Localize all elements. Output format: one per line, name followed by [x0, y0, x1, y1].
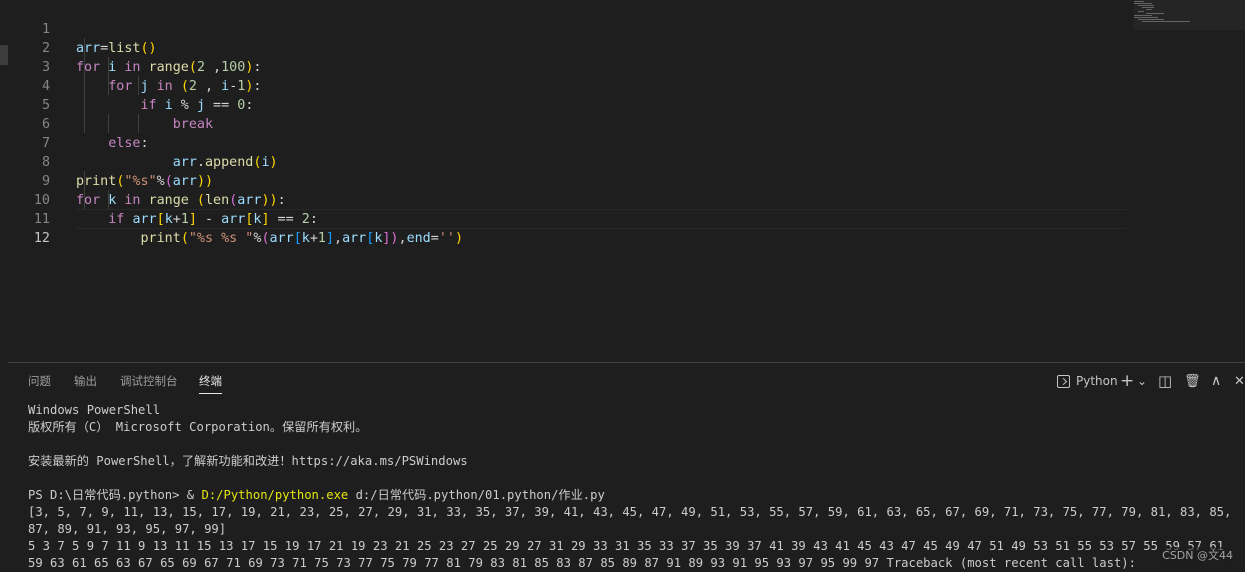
terminal-line: 安装最新的 PowerShell，了解新功能和改进！https://aka.ms…: [28, 454, 468, 468]
terminal-line: 版权所有（C） Microsoft Corporation。保留所有权利。: [28, 420, 368, 434]
close-icon: ✕: [1234, 373, 1245, 389]
code-line[interactable]: 11 print("%s %s "%(arr[k+1],arr[k]),end=…: [8, 191, 1128, 246]
code-line[interactable]: 2 for i in range(2 ,100):: [8, 20, 1128, 75]
terminal-line: 5 3 7 5 9 7 11 9 13 11 15 13 17 15 19 17…: [28, 539, 1225, 570]
script-path: d:/日常代码.python/01.python/作业.py: [348, 488, 605, 502]
maximize-panel-button[interactable]: ∧: [1211, 371, 1221, 391]
new-terminal-button[interactable]: +: [1120, 371, 1134, 391]
csdn-watermark: CSDN @文44: [1160, 547, 1235, 563]
code-editor[interactable]: 1 arr=list() 2 for i in range(2 ,100): 3…: [8, 0, 1245, 362]
kill-terminal-button[interactable]: 🗑: [1184, 371, 1201, 391]
chevron-up-icon: ∧: [1211, 373, 1222, 389]
bottom-panel: 问题 输出 调试控制台 终端 Python + ⌄ ◫ 🗑 ∧ ✕ Window…: [8, 362, 1245, 572]
line-number: 12: [33, 231, 50, 246]
activity-strip: [0, 0, 8, 362]
code-line[interactable]: 4 if i % j == 0:: [8, 58, 1128, 113]
terminal-icon: [1057, 374, 1070, 388]
code-line[interactable]: 9 for k in range (len(arr)):: [8, 153, 1128, 208]
close-panel-button[interactable]: ✕: [1234, 371, 1245, 391]
minimap[interactable]: [1134, 0, 1194, 30]
code-line[interactable]: 3 for j in (2 , i-1):: [8, 39, 1128, 94]
code-text[interactable]: print("%s %s "%(arr[k+1],arr[k]),end=''): [76, 229, 464, 248]
terminal-output[interactable]: Windows PowerShell 版权所有（C） Microsoft Cor…: [28, 402, 1238, 572]
tab-problems[interactable]: 问题: [28, 373, 51, 389]
tab-terminal[interactable]: 终端: [199, 373, 222, 394]
terminal-line: [3, 5, 7, 9, 11, 13, 15, 17, 19, 21, 23,…: [28, 505, 1232, 536]
terminal-line: Windows PowerShell: [28, 403, 161, 417]
code-line[interactable]: 7 arr.append(i): [8, 115, 1128, 170]
scroll-marker: [0, 45, 8, 65]
prompt-text: PS D:\日常代码.python> &: [28, 488, 202, 502]
split-icon: ◫: [1158, 372, 1173, 390]
code-line[interactable]: 12: [8, 210, 1128, 246]
tab-debug-console[interactable]: 调试控制台: [120, 373, 178, 389]
code-line[interactable]: 5 break: [8, 77, 1128, 132]
python-exe-path: D:/Python/python.exe: [201, 488, 349, 502]
terminal-profile-button[interactable]: Python: [1057, 371, 1118, 391]
code-line[interactable]: 1 arr=list(): [8, 1, 1128, 56]
code-line[interactable]: 6 else:: [8, 96, 1128, 151]
terminal-profile-label: Python: [1076, 374, 1118, 388]
tab-output[interactable]: 输出: [74, 373, 97, 389]
split-terminal-button[interactable]: ◫: [1158, 371, 1172, 391]
terminal-command-line: PS D:\日常代码.python> & D:/Python/python.ex…: [28, 487, 1238, 504]
code-line[interactable]: 10 if arr[k+1] - arr[k] == 2:: [8, 172, 1128, 227]
chevron-down-icon: ⌄: [1137, 374, 1148, 388]
code-line[interactable]: 8 print("%s"%(arr)): [8, 134, 1128, 189]
terminal-dropdown-button[interactable]: ⌄: [1137, 371, 1147, 391]
plus-icon: +: [1120, 371, 1135, 391]
trash-icon: 🗑: [1184, 373, 1201, 389]
